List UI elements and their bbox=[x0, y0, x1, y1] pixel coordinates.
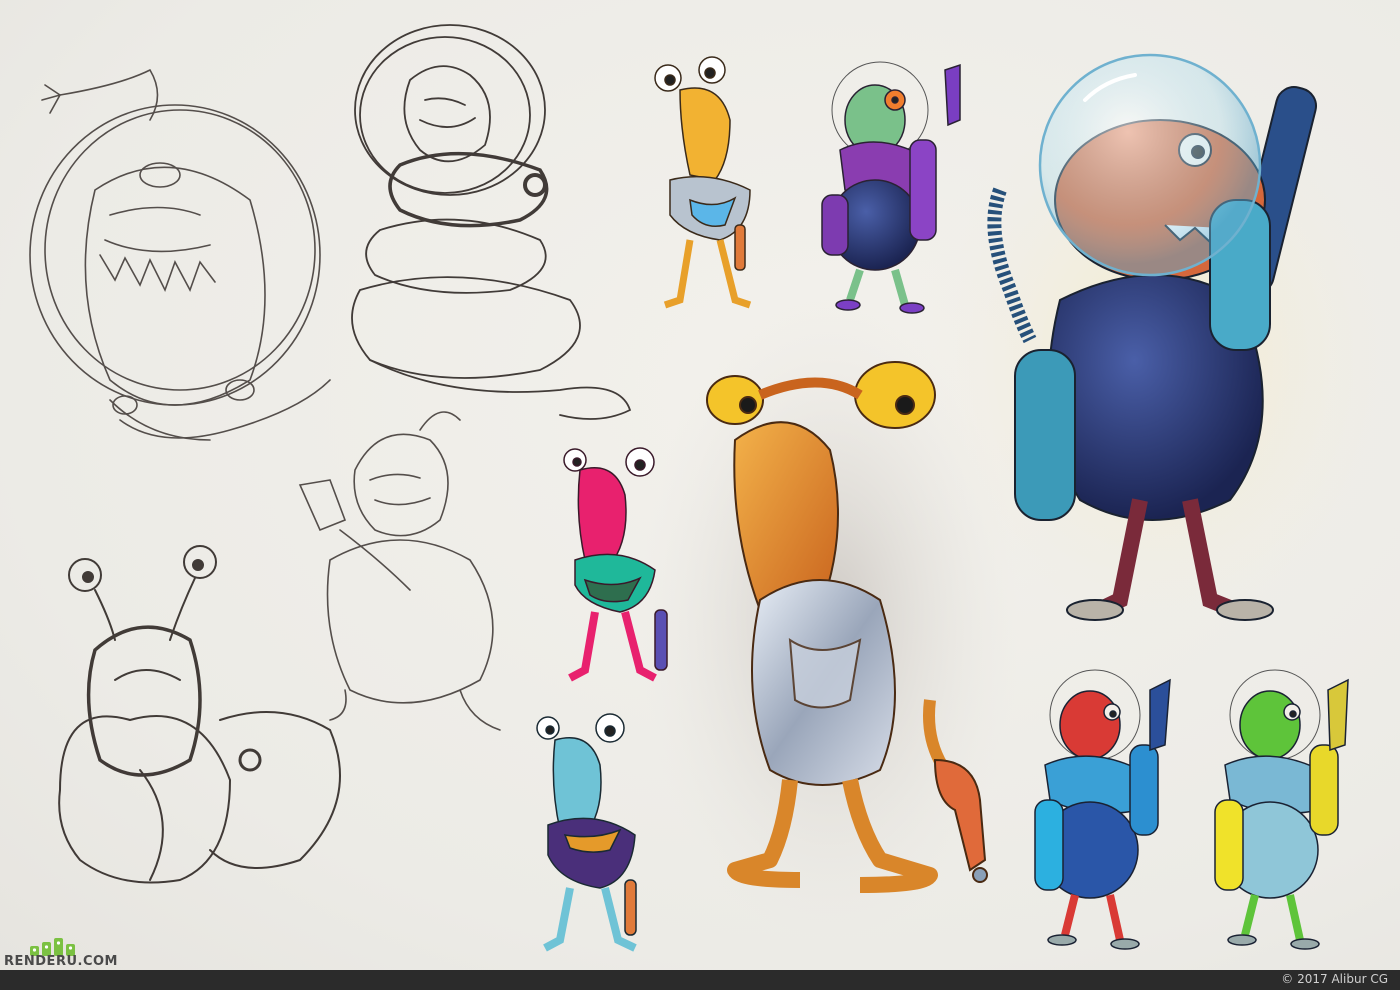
sketch-blob-alien bbox=[29, 68, 331, 441]
alien-red-blue-suit bbox=[1034, 669, 1171, 950]
concept-art-canvas bbox=[29, 24, 1400, 952]
sketch-gunner-alien bbox=[298, 411, 501, 731]
alien-green-yellow-suit bbox=[1214, 669, 1349, 950]
renderu-logo[interactable]: RENDERU.COM bbox=[4, 938, 117, 970]
sketch-bug-alien bbox=[58, 545, 341, 884]
artwork-sheet bbox=[0, 0, 1400, 970]
footer-bar: © 2017 Alibur CG bbox=[0, 970, 1400, 990]
sketch-worm-alien bbox=[351, 24, 632, 420]
copyright-text: © 2017 Alibur CG bbox=[1281, 972, 1388, 986]
alien-yellow-small bbox=[654, 56, 752, 309]
logo-text: RENDERU.COM bbox=[4, 954, 118, 969]
alien-teal-small bbox=[536, 713, 637, 952]
